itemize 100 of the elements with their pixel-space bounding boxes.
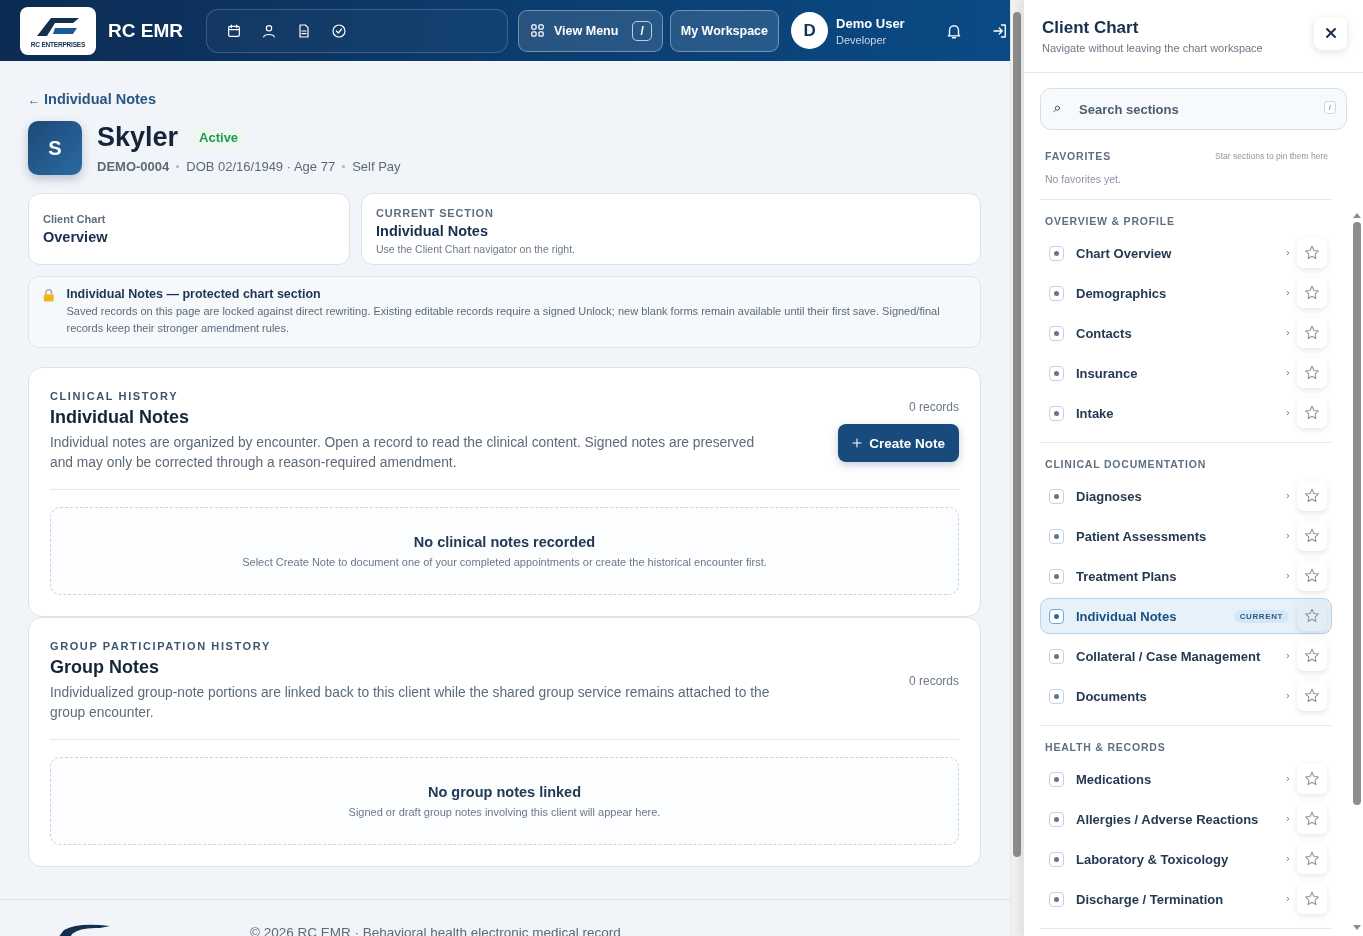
star-button[interactable] <box>1297 884 1327 914</box>
star-icon <box>1303 487 1321 505</box>
section-label: Medications <box>1076 771 1153 787</box>
back-link[interactable]: ← Individual Notes <box>28 91 156 107</box>
section-icon <box>1049 488 1064 504</box>
view-menu-button[interactable]: View Menu / <box>518 9 663 52</box>
section-eyebrow: CLINICAL HISTORY <box>50 390 180 402</box>
group-heading: HEALTH & RECORDS <box>1044 741 1167 753</box>
section-item[interactable]: Individual Notes CURRENT <box>1040 598 1332 634</box>
section-icon <box>1049 891 1064 907</box>
client-dob: DOB 02/16/1949 · Age 77 <box>186 159 336 174</box>
status-badge: Active <box>190 126 248 149</box>
favorites-empty: No favorites yet. <box>1045 173 1122 185</box>
empty-title: No group notes linked <box>427 784 582 800</box>
star-button[interactable] <box>1297 601 1327 631</box>
create-note-button[interactable]: Create Note <box>838 424 959 462</box>
section-icon <box>1049 365 1064 381</box>
star-button[interactable] <box>1297 358 1327 388</box>
section-label: Individual Notes <box>1076 608 1178 624</box>
close-button[interactable] <box>1314 16 1347 50</box>
section-label: Documents <box>1076 688 1148 704</box>
section-item[interactable]: Treatment Plans <box>1040 558 1332 594</box>
section-icon <box>1049 528 1064 544</box>
section-label: Chart Overview <box>1076 245 1173 261</box>
app-name: RC EMR <box>108 19 184 42</box>
card-value: Individual Notes <box>376 223 489 239</box>
star-icon <box>1303 890 1321 908</box>
star-icon <box>1303 527 1321 545</box>
section-item[interactable]: Allergies / Adverse Reactions <box>1040 801 1332 837</box>
section-description: Individual notes are organized by encounter. Open a record to read the clinical content. Signed notes are preserved and may only be corrected through a reason-required amendment. <box>50 434 756 472</box>
client-id: DEMO-0004 <box>97 159 170 174</box>
section-item[interactable]: Documents <box>1040 678 1332 714</box>
group-heading: OVERVIEW & PROFILE <box>1044 215 1176 227</box>
client-avatar: S <box>28 121 82 175</box>
section-label: Treatment Plans <box>1076 568 1178 584</box>
empty-text: Select Create Note to document one of your completed appointments or create the historical encounter first. <box>242 556 767 568</box>
section-icon <box>1049 405 1064 421</box>
section-item[interactable]: Patient Assessments <box>1040 518 1332 554</box>
star-button[interactable] <box>1297 278 1327 308</box>
view-menu-label: View Menu <box>554 23 619 38</box>
section-item[interactable]: Intake <box>1040 395 1332 431</box>
section-item[interactable]: Discharge / Termination <box>1040 881 1332 917</box>
person-icon <box>260 22 277 39</box>
card-label: Client Chart <box>43 213 107 225</box>
section-item[interactable]: Medications <box>1040 761 1332 797</box>
star-button[interactable] <box>1297 681 1327 711</box>
section-label: Allergies / Adverse Reactions <box>1076 811 1260 827</box>
grid-icon <box>529 22 546 39</box>
star-icon <box>1303 647 1321 665</box>
group-heading: CLINICAL DOCUMENTATION <box>1044 458 1208 470</box>
section-item[interactable]: Demographics <box>1040 275 1332 311</box>
star-button[interactable] <box>1297 561 1327 591</box>
section-title: Group Notes <box>50 657 160 678</box>
section-item[interactable]: Contacts <box>1040 315 1332 351</box>
star-button[interactable] <box>1297 318 1327 348</box>
shortcut-key: / <box>632 20 652 41</box>
user-role: Developer <box>836 33 888 46</box>
section-icon <box>1049 325 1064 341</box>
section-label: Contacts <box>1076 325 1133 341</box>
star-button[interactable] <box>1297 844 1327 874</box>
calendar-icon <box>225 22 242 39</box>
section-label: Laboratory & Toxicology <box>1076 851 1230 867</box>
section-item[interactable]: Chart Overview <box>1040 235 1332 271</box>
star-icon <box>1303 770 1321 788</box>
workspace-button[interactable]: My Workspace <box>669 9 780 52</box>
scrollbar[interactable] <box>1010 0 1023 936</box>
section-icon <box>1049 851 1064 867</box>
client-payer: Self Pay <box>352 159 401 174</box>
section-eyebrow: GROUP PARTICIPATION HISTORY <box>50 640 272 652</box>
star-button[interactable] <box>1297 804 1327 834</box>
section-label: Demographics <box>1076 285 1168 301</box>
section-label: Discharge / Termination <box>1076 891 1225 907</box>
favorites-heading: FAVORITES <box>1045 150 1111 162</box>
section-title: Individual Notes <box>50 407 191 428</box>
star-icon <box>1303 810 1321 828</box>
plus-icon <box>850 436 865 450</box>
user-avatar[interactable]: D <box>791 12 829 49</box>
section-icon <box>1049 688 1064 704</box>
section-item[interactable]: Collateral / Case Management <box>1040 638 1332 674</box>
empty-title: No clinical notes recorded <box>413 534 596 550</box>
record-count: 0 records <box>908 400 959 414</box>
section-icon <box>1049 568 1064 584</box>
star-button[interactable] <box>1297 641 1327 671</box>
card-hint: Use the Client Chart navigator on the right. <box>376 243 577 255</box>
star-button[interactable] <box>1297 481 1327 511</box>
star-button[interactable] <box>1297 398 1327 428</box>
star-button[interactable] <box>1297 764 1327 794</box>
section-item[interactable]: Laboratory & Toxicology <box>1040 841 1332 877</box>
star-icon <box>1303 324 1321 342</box>
star-button[interactable] <box>1297 238 1327 268</box>
section-label: Collateral / Case Management <box>1076 648 1262 664</box>
star-button[interactable] <box>1297 521 1327 551</box>
star-icon <box>1303 607 1321 625</box>
section-icon <box>1049 608 1064 624</box>
section-item[interactable]: Insurance <box>1040 355 1332 391</box>
current-badge: CURRENT <box>1233 609 1289 623</box>
section-icon <box>1049 285 1064 301</box>
section-item[interactable]: Diagnoses <box>1040 478 1332 514</box>
star-icon <box>1303 244 1321 262</box>
star-icon <box>1303 284 1321 302</box>
